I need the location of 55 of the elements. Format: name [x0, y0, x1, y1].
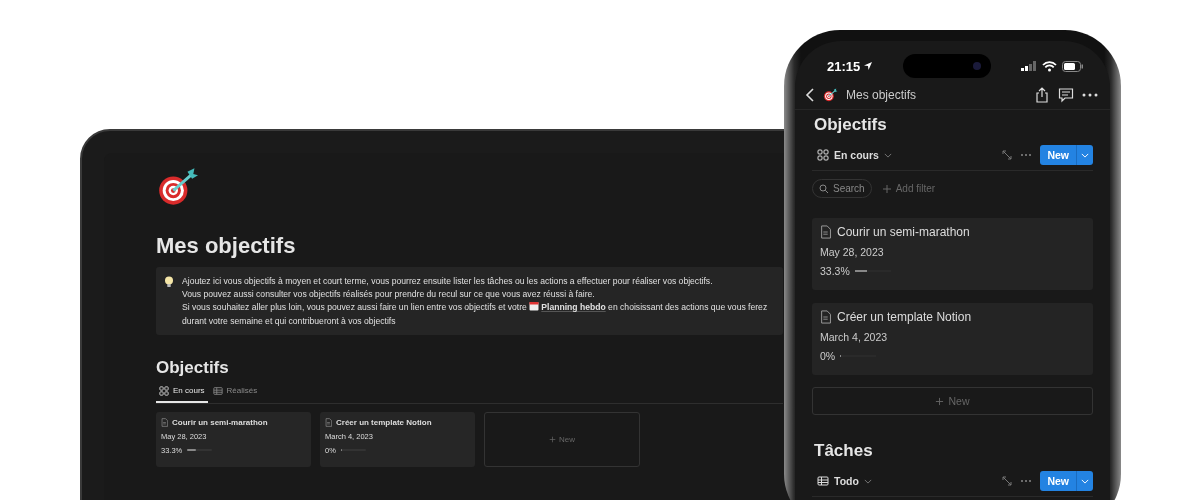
lightbulb-icon — [164, 276, 174, 288]
progress-text: 0% — [820, 350, 836, 362]
view-selector[interactable]: Todo — [812, 475, 995, 487]
plus-icon — [935, 396, 945, 406]
section-title: Objectifs — [814, 115, 888, 135]
document-icon — [820, 310, 831, 324]
table-icon — [817, 475, 829, 487]
battery-icon — [1062, 60, 1084, 72]
document-icon — [820, 225, 831, 239]
page-title: Mes objectifs — [156, 233, 297, 259]
card-title: Créer un template Notion — [837, 310, 972, 324]
section-title: Tâches — [814, 441, 874, 461]
card-title: Courir un semi-marathon — [172, 417, 268, 427]
gallery-icon — [817, 149, 829, 161]
chevron-down-icon — [863, 478, 872, 484]
back-icon[interactable] — [805, 88, 815, 102]
gallery-card[interactable]: Créer un template Notion March 4, 2023 0% — [812, 303, 1093, 375]
document-icon — [161, 417, 168, 427]
new-button[interactable]: New — [1040, 471, 1093, 491]
view-tab[interactable]: En cours — [156, 382, 208, 403]
gallery-card[interactable]: Courir un semi-marathon May 28, 2023 33.3% — [812, 218, 1093, 290]
plus-icon — [549, 435, 556, 443]
card-date: March 4, 2023 — [820, 331, 889, 343]
location-arrow-icon — [863, 61, 874, 71]
new-button[interactable]: New — [1040, 145, 1093, 165]
calendar-icon — [529, 301, 540, 312]
callout-text: Vous pouvez aussi consulter vos objectifs réalisés pour prendre du recul sur ce que vous avez réussi à faire. — [182, 288, 596, 302]
status-time: 21:15 — [827, 58, 874, 74]
section-title: Objectifs — [156, 357, 230, 378]
wifi-icon — [1042, 60, 1057, 72]
expand-icon[interactable] — [1002, 476, 1013, 486]
card-date: May 28, 2023 — [820, 246, 885, 258]
nav-title: Mes objectifs — [846, 88, 918, 102]
progress-text: 33.3% — [820, 265, 850, 277]
signal-icon — [1021, 61, 1037, 71]
gallery-icon — [159, 385, 169, 396]
chevron-down-icon — [1081, 152, 1089, 158]
card-title: Créer un template Notion — [336, 417, 432, 427]
table-icon — [212, 385, 223, 396]
share-icon[interactable] — [1034, 87, 1050, 103]
card-title: Courir un semi-marathon — [837, 225, 970, 239]
chevron-down-icon — [883, 152, 892, 158]
target-icon — [156, 167, 200, 207]
search-icon — [819, 183, 829, 194]
page-link[interactable]: Planning hebdo — [529, 302, 606, 313]
expand-icon[interactable] — [1002, 150, 1013, 160]
plus-icon — [881, 183, 892, 194]
view-selector[interactable]: En cours — [812, 149, 995, 161]
document-icon — [325, 417, 332, 427]
chevron-down-icon — [1081, 478, 1089, 484]
view-tab[interactable]: Réalisés — [209, 382, 261, 403]
callout-text: Ajoutez ici vous objectifs à moyen et court terme, vous pourrez ensuite lister les tâches ou les actions a effectuer pour réaliser vos objectifs. — [182, 275, 714, 288]
target-icon — [823, 88, 838, 102]
callout-text: Si vous souhaitez aller plus loin, vous pouvez aussi faire un lien entre vos objectifs et votre Planning hebdo en choisissant des actions que vous ferez durant votre semaine et qui contribueront à vos objectifs — [182, 301, 769, 328]
comment-icon[interactable] — [1058, 87, 1074, 103]
